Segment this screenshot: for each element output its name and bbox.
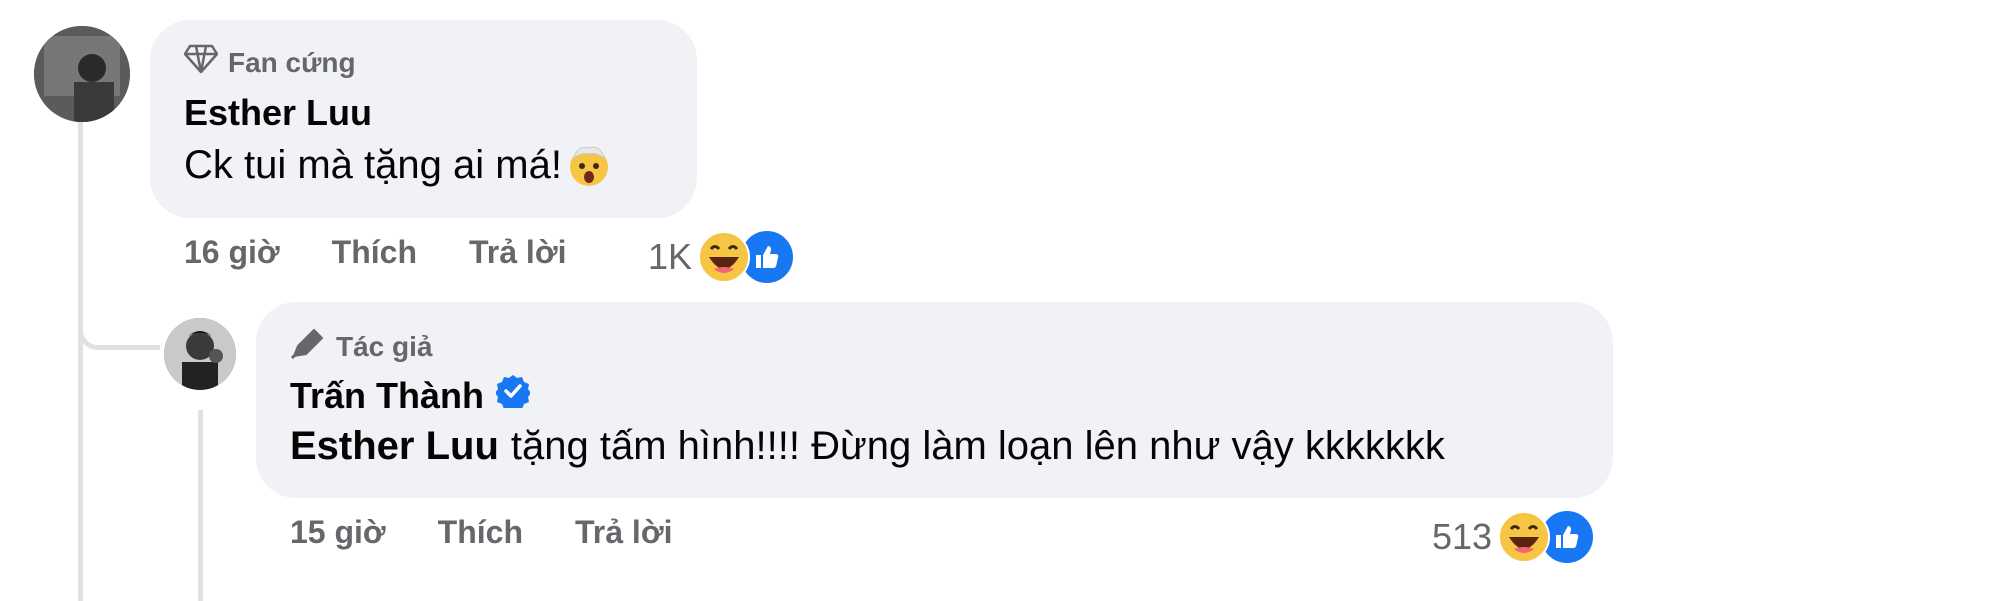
diamond-icon: [183, 44, 219, 81]
mention-link[interactable]: Esther Luu: [290, 424, 499, 469]
pen-icon: [290, 326, 326, 367]
timestamp[interactable]: 16 giờ: [184, 234, 280, 271]
exploding-head-emoji: [566, 142, 612, 188]
like-button[interactable]: Thích: [438, 514, 523, 551]
thread-line-reply: [198, 410, 203, 601]
comment-author[interactable]: Trấn Thành: [290, 374, 532, 417]
author-name[interactable]: Trấn Thành: [290, 375, 484, 417]
laugh-emoji: [698, 231, 751, 283]
badge-label: Fan cứng: [228, 46, 356, 78]
author-badge: Tác giả: [290, 326, 432, 367]
thread-branch: [78, 330, 160, 350]
thread-line: [78, 120, 83, 601]
comment-actions: 16 giờ Thích Trả lời: [184, 234, 566, 271]
verified-icon: [495, 374, 532, 417]
comment-actions: 15 giờ Thích Trả lời: [290, 514, 672, 551]
laugh-emoji: [1498, 511, 1551, 563]
badge-label: Tác giả: [336, 330, 433, 362]
comment-text: Ck tui mà tặng ai má!: [184, 142, 612, 188]
comment-body: Ck tui mà tặng ai má!: [184, 142, 562, 187]
reaction-count: 513: [1432, 516, 1493, 557]
reaction-summary[interactable]: 1K: [648, 228, 797, 286]
timestamp[interactable]: 15 giờ: [290, 514, 386, 551]
reaction-summary[interactable]: 513: [1432, 508, 1597, 566]
reply-button[interactable]: Trả lời: [469, 234, 566, 271]
comment-body: tặng tấm hình!!!! Đừng làm loạn lên như …: [510, 424, 1445, 468]
comment-text: Esther Luu tặng tấm hình!!!! Đừng làm lo…: [290, 424, 1445, 469]
reaction-count: 1K: [648, 236, 693, 277]
reply-button[interactable]: Trả lời: [575, 514, 672, 551]
avatar[interactable]: [164, 318, 236, 390]
like-button[interactable]: Thích: [332, 234, 417, 271]
fan-badge: Fan cứng: [183, 44, 356, 81]
comment-author[interactable]: Esther Luu: [184, 92, 372, 134]
avatar[interactable]: [34, 26, 130, 122]
